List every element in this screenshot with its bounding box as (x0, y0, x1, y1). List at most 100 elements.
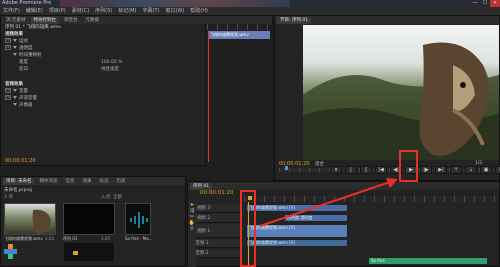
tab-program[interactable]: 节目: 序列 01 (277, 16, 312, 24)
fx-icon[interactable]: fx (5, 45, 11, 50)
tab-effect-controls[interactable]: 特效控制台 (30, 16, 60, 24)
project-thumbnail-audio[interactable] (125, 203, 151, 235)
track-label-video1: 视频 1 (196, 228, 211, 234)
expand-icon[interactable] (13, 103, 17, 106)
effect-volume[interactable]: fx 音量 (1, 88, 205, 95)
effect-opacity[interactable]: fx 透明度 (1, 45, 205, 52)
effect-volume-label: 音量 (19, 89, 28, 94)
audio-effects-header: 音频效果 (5, 82, 23, 87)
tab-project[interactable]: 项目: 未命名 (3, 177, 35, 185)
reverse-row: 反向 线性速度 (1, 66, 205, 73)
effect-channel-volume[interactable]: fx 声道音量 (1, 95, 205, 102)
menu-marker[interactable]: 标记(M) (118, 7, 136, 15)
expand-icon[interactable] (13, 96, 17, 99)
expand-icon[interactable] (13, 46, 17, 49)
fx-icon[interactable]: fx (5, 95, 11, 100)
project-item-meta-0: 3:20 (45, 236, 54, 241)
effect-time-remap[interactable]: fx时间重映射 (1, 52, 205, 59)
effect-channel-volume-label: 声道音量 (19, 96, 37, 101)
program-playhead[interactable] (285, 166, 288, 170)
mark-out-button[interactable]: | (345, 166, 357, 174)
effect-panner[interactable]: fx声像器 (1, 102, 205, 109)
effect-mini-timeline[interactable]: 飞翔的雄鹰视频.wmv (207, 24, 273, 167)
video-frame[interactable] (303, 25, 499, 160)
tab-history[interactable]: 历史 (113, 178, 128, 185)
menu-project[interactable]: 项目(P) (49, 7, 66, 15)
mini-ruler[interactable] (207, 24, 273, 30)
mark-in-button[interactable]: ▾ (330, 166, 342, 174)
go-to-in-button[interactable]: { (360, 166, 372, 174)
menu-window[interactable]: 窗口(W) (165, 7, 184, 15)
project-in-filter[interactable]: 入点: 全部 (101, 194, 122, 200)
program-tabs: 节目: 序列 01 (275, 16, 499, 24)
track-label-video3: 视频 3 (196, 206, 211, 211)
eagle-image (303, 42, 499, 160)
speed-value[interactable]: 100.00 % (101, 59, 122, 66)
menu-file[interactable]: 文件(F) (3, 7, 20, 15)
project-item-meta-1: 3:20 (101, 236, 110, 241)
project-panel: 项目: 未命名 媒体浏览 信息 效果 标记 历史 未命名.prproj 3 项 … (0, 176, 186, 267)
program-timecode[interactable]: 00:00:01:20 (279, 161, 310, 167)
expand-icon[interactable] (13, 39, 17, 42)
effect-timecode[interactable]: 00:00:01:20 (5, 158, 36, 164)
reverse-value[interactable]: 线性速度 (101, 66, 119, 73)
extract-button[interactable]: ⇣ (465, 166, 477, 174)
video-effects-header: 视频效果 (5, 32, 23, 37)
blank-row (1, 73, 205, 81)
expand-icon[interactable] (13, 89, 17, 92)
fx-icon[interactable]: fx (5, 38, 11, 43)
title-blur (60, 0, 290, 7)
title-bar: Adobe Premiere Pro (0, 0, 500, 7)
audio-waveform-icon (130, 212, 148, 228)
clip-audio-main[interactable]: 飞翔的雄鹰视频.wmv [A] (246, 239, 348, 247)
tab-effects[interactable]: 效果 (79, 178, 94, 185)
track-label-audio1: 音频 1 (195, 241, 209, 246)
mini-clip[interactable]: 飞翔的雄鹰视频.wmv (208, 31, 270, 39)
project-thumbnail-eagle[interactable] (4, 203, 56, 235)
expand-icon[interactable] (13, 53, 17, 56)
go-to-next-edit-button[interactable]: ▶| (435, 166, 447, 174)
close-button[interactable]: ✕ (490, 0, 500, 7)
effect-motion[interactable]: fx 运动 (1, 38, 205, 45)
tab-metadata[interactable]: 元数据 (83, 17, 103, 24)
effect-list: 序列 01 * 飞翔的雄鹰.wmv 视频效果 fx运动 fx透明度 fx时间重映… (1, 24, 206, 167)
tab-markers[interactable]: 标记 (96, 178, 111, 185)
menu-edit[interactable]: 编辑(E) (26, 7, 43, 15)
tab-source[interactable]: 源:无素材 (3, 17, 29, 24)
reverse-label: 反向 (19, 67, 28, 72)
fit-dropdown[interactable]: 适合 (315, 161, 324, 167)
mini-playhead[interactable] (208, 32, 209, 162)
trim-monitor-button[interactable]: ⧉ (495, 166, 500, 174)
zoom-tool-icon[interactable]: ⚲ (188, 226, 196, 232)
tab-info[interactable]: 信息 (62, 178, 77, 185)
menu-title[interactable]: 字幕(T) (142, 7, 159, 15)
project-item-name-0: 飞翔的雄鹰视频.wmv (4, 236, 43, 241)
tab-sequence[interactable]: 序列 01 (190, 182, 213, 190)
annotation-arrow (259, 178, 398, 227)
step-forward-icon[interactable]: |▶ (420, 166, 432, 174)
menu-sequence[interactable]: 序列(S) (95, 7, 112, 15)
maximize-button[interactable]: ☐ (480, 0, 490, 7)
tab-media-browser[interactable]: 媒体浏览 (36, 178, 60, 185)
minimize-button[interactable]: — (470, 0, 480, 7)
effect-panner-label: 声像器 (19, 103, 33, 108)
track-label-video2: 视频 2 (196, 216, 211, 221)
timeline-timecode[interactable]: 00:00:01:20 (200, 190, 234, 196)
go-to-previous-edit-button[interactable]: |◀ (375, 166, 387, 174)
program-monitor: 节目: 序列 01 00:00:01:20 适合 1/2 (274, 15, 500, 181)
project-thumbnail-sequence[interactable] (63, 203, 115, 235)
swatch-green (8, 254, 13, 259)
menu-help[interactable]: 帮助(H) (190, 7, 208, 15)
project-thumbnail-black[interactable] (64, 243, 114, 261)
menu-clip[interactable]: 素材(C) (72, 7, 89, 15)
tab-audio-mixer[interactable]: 调音台 (61, 17, 81, 24)
effect-motion-label: 运动 (19, 39, 28, 44)
lift-button[interactable]: ⇡ (450, 166, 462, 174)
export-frame-button[interactable]: ▣ (480, 166, 492, 174)
fx-icon[interactable]: fx (5, 88, 11, 93)
track-label-audio2: 音频 2 (195, 251, 209, 256)
clip-so-fine[interactable]: So fine (368, 257, 488, 265)
speed-row: 速度 100.00 % (1, 59, 205, 66)
effect-controls-tabs: 源:无素材 特效控制台 调音台 元数据 (1, 16, 272, 24)
menu-bar: 文件(F) 编辑(E) 项目(P) 素材(C) 序列(S) 标记(M) 字幕(T… (0, 7, 500, 15)
